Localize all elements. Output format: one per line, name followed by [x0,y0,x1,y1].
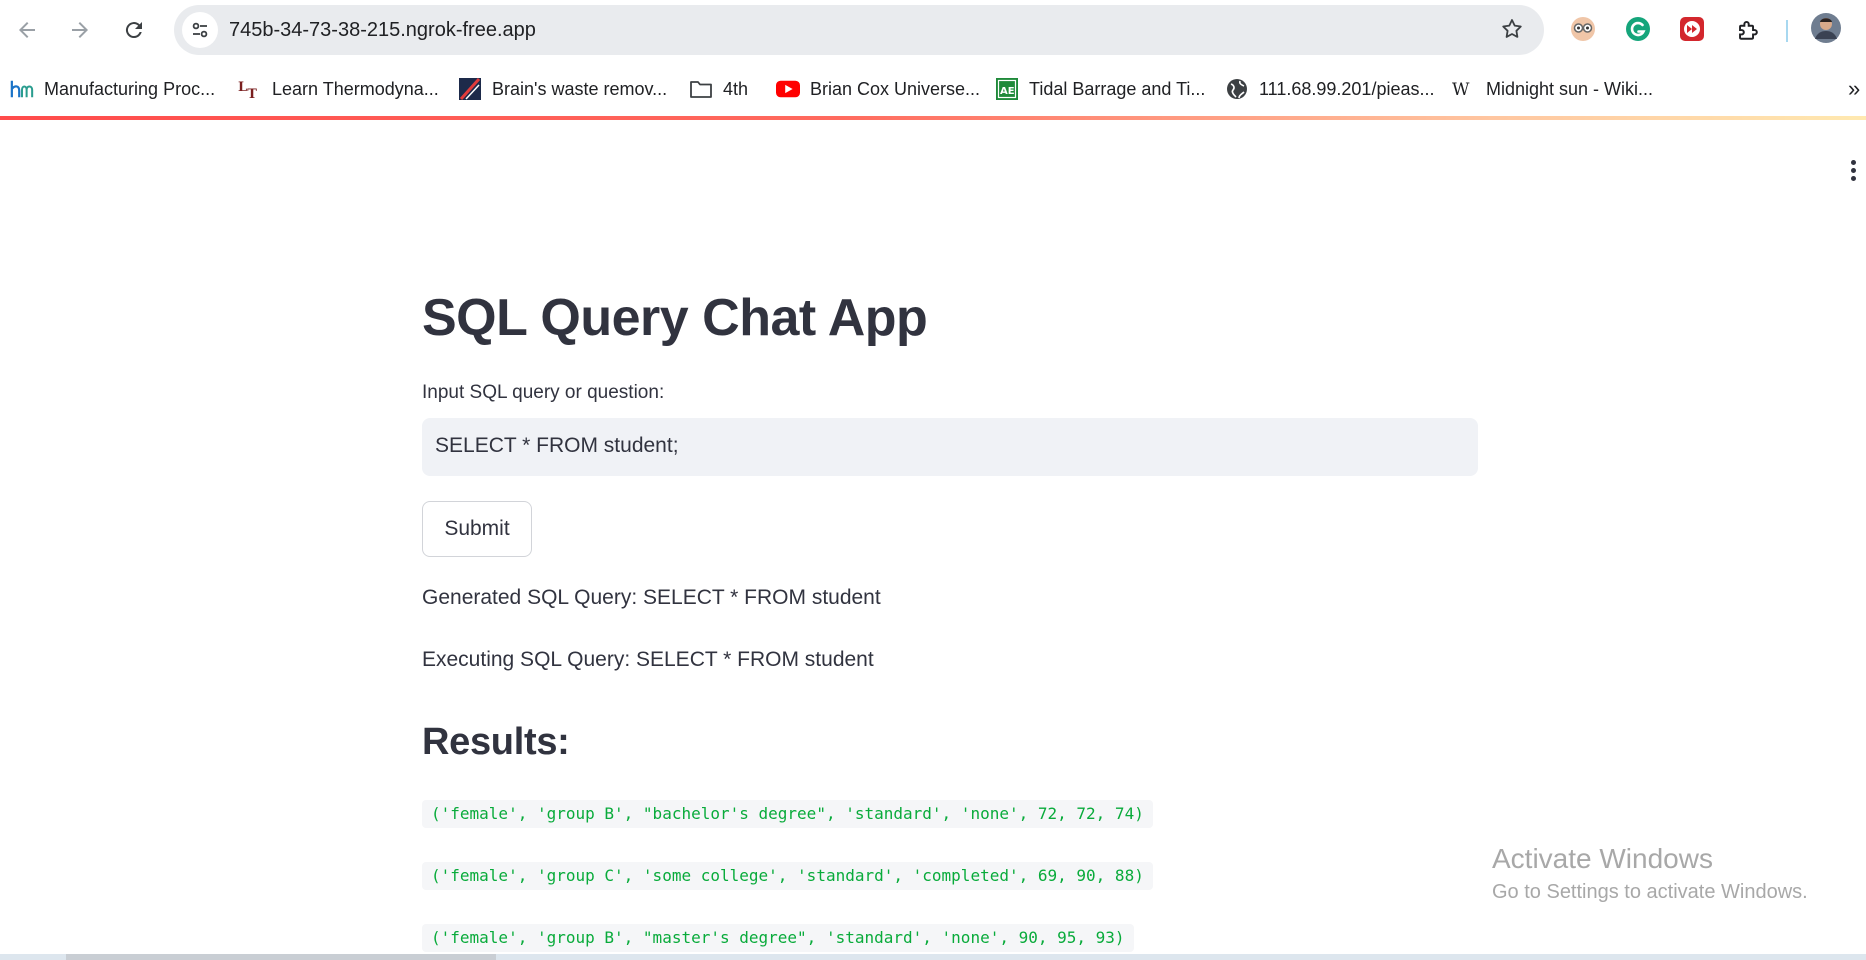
page-title: SQL Query Chat App [422,289,928,347]
query-input-label: Input SQL query or question: [422,382,665,403]
app-header-decoration [0,116,1866,120]
bookmark-thermodynamics[interactable]: LT Learn Thermodyna... [238,75,439,103]
bookmark-pieas[interactable]: 111.68.99.201/pieas... [1225,75,1434,103]
bookmark-brain-waste[interactable]: Brain's waste remov... [458,75,667,103]
svg-text:W: W [1452,80,1470,99]
windows-activation-watermark: Activate Windows Go to Settings to activ… [1492,843,1808,904]
results-heading: Results: [422,721,570,763]
bookmark-label: Brian Cox Universe... [810,78,981,99]
grammarly-button[interactable] [1623,14,1653,44]
bookmark-star-button[interactable] [1500,17,1524,46]
hm-logo-icon [10,77,34,101]
dot [1851,160,1856,165]
ae-logo-icon: AE [995,77,1019,101]
executing-sql-text: Executing SQL Query: SELECT * FROM stude… [422,648,874,671]
bookmark-label: 111.68.99.201/pieas... [1259,78,1435,99]
address-bar[interactable]: 745b-34-73-38-215.ngrok-free.app [174,5,1544,55]
bookmarks-bar: Manufacturing Proc... LT Learn Thermodyn… [0,62,1866,116]
query-input-value[interactable]: SELECT * FROM student; [435,434,679,458]
extension-button-1[interactable] [1568,14,1598,44]
more-bookmarks-button[interactable]: » [1848,75,1860,103]
bookmark-tidal-barrage[interactable]: AE Tidal Barrage and Ti... [995,75,1205,103]
youtube-icon [776,77,800,101]
tune-icon [192,22,208,38]
submit-button[interactable]: Submit [422,501,532,557]
bookmark-folder-4th[interactable]: 4th [689,75,748,103]
bookmark-brian-cox[interactable]: Brian Cox Universe... [776,75,980,103]
dot [1851,176,1856,181]
result-row: ('female', 'group B', "bachelor's degree… [422,800,1153,828]
bookmark-label: Tidal Barrage and Ti... [1029,78,1206,99]
bookmark-label: 4th [723,78,749,99]
back-button[interactable] [10,13,44,47]
owl-extension-icon [1571,17,1595,41]
wikipedia-icon: W [1452,77,1476,101]
puzzle-icon [1739,21,1758,40]
browser-toolbar: 745b-34-73-38-215.ngrok-free.app [0,0,1866,62]
bookmark-midnight-sun[interactable]: W Midnight sun - Wiki... [1452,75,1653,103]
reload-button[interactable] [117,13,151,47]
query-input[interactable]: SELECT * FROM student; [422,418,1478,476]
profile-avatar[interactable] [1810,12,1842,44]
back-arrow-icon [19,22,35,38]
svg-text:L: L [238,80,247,95]
main-menu-button[interactable] [1850,160,1858,184]
generated-sql-text: Generated SQL Query: SELECT * FROM stude… [422,586,881,609]
svg-text:T: T [247,87,257,101]
fast-forward-extension-icon [1680,17,1704,41]
horizontal-scrollbar[interactable] [0,954,1866,960]
scrollbar-thumb[interactable] [66,954,496,960]
url-text[interactable]: 745b-34-73-38-215.ngrok-free.app [229,19,536,42]
star-icon [1502,19,1522,38]
activate-windows-title: Activate Windows [1492,843,1713,874]
bookmark-label: Learn Thermodyna... [272,78,439,99]
toolbar-divider [1786,20,1788,42]
forward-button[interactable] [63,13,97,47]
result-row: ('female', 'group C', 'some college', 's… [422,862,1153,890]
chevron-double-right-icon: » [1848,76,1861,101]
folder-icon [689,77,713,101]
forward-arrow-icon [72,22,88,38]
site-info-button[interactable] [182,12,218,48]
extension-button-3[interactable] [1677,14,1707,44]
bookmark-label: Brain's waste remov... [492,78,668,99]
bookmark-label: Manufacturing Proc... [44,78,216,99]
activate-windows-subtitle: Go to Settings to activate Windows. [1492,881,1808,903]
lt-logo-icon: LT [238,77,262,101]
site-logo-icon [458,77,482,101]
grammarly-icon [1626,17,1650,41]
result-row: ('female', 'group B', "master's degree",… [422,924,1134,952]
reload-icon [125,22,142,39]
dot [1851,168,1856,173]
bookmark-manufacturing[interactable]: Manufacturing Proc... [10,75,215,103]
extensions-menu-button[interactable] [1731,14,1761,44]
avatar-icon [1811,13,1841,43]
bookmark-label: Midnight sun - Wiki... [1486,78,1654,99]
globe-icon [1225,77,1249,101]
svg-text:AE: AE [1000,86,1015,97]
